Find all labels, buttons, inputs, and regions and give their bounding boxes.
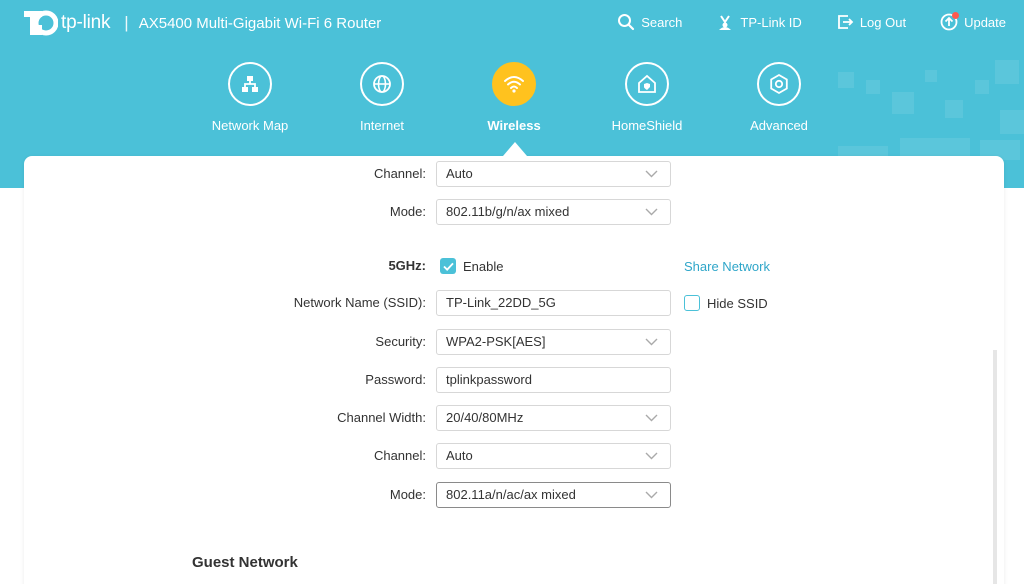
chevron-down-icon bbox=[645, 208, 658, 216]
nav-homeshield[interactable]: HomeShield bbox=[592, 62, 702, 133]
channel-width-select[interactable]: 20/40/80MHz bbox=[436, 405, 671, 431]
wifi-icon bbox=[504, 76, 524, 93]
nav-wireless-label: Wireless bbox=[487, 118, 541, 133]
search-button[interactable]: Search bbox=[617, 13, 682, 31]
mode-5g-select[interactable]: 802.11a/n/ac/ax mixed bbox=[436, 482, 671, 508]
chevron-down-icon bbox=[645, 452, 658, 460]
active-nav-pointer bbox=[503, 142, 527, 156]
nav-advanced[interactable]: Advanced bbox=[724, 62, 834, 133]
nav-internet[interactable]: Internet bbox=[327, 62, 437, 133]
globe-icon bbox=[373, 75, 391, 93]
guest-network-title: Guest Network bbox=[192, 554, 298, 571]
tplink-id-label: TP-Link ID bbox=[740, 14, 802, 30]
tplink-id-icon bbox=[719, 15, 732, 30]
channel-24-select[interactable]: Auto bbox=[436, 161, 671, 187]
channel-24-label: Channel: bbox=[373, 166, 426, 181]
security-select[interactable]: WPA2-PSK[AES] bbox=[436, 329, 671, 355]
chevron-down-icon bbox=[645, 491, 658, 499]
chevron-down-icon bbox=[645, 338, 658, 346]
channel-5g-label: Channel: bbox=[373, 448, 426, 463]
home-shield-icon bbox=[638, 74, 656, 93]
security-value: WPA2-PSK[AES] bbox=[446, 334, 546, 349]
logout-icon bbox=[837, 15, 854, 29]
ssid-value: TP-Link_22DD_5G bbox=[446, 295, 556, 310]
ssid-label: Network Name (SSID): bbox=[293, 295, 426, 310]
logout-button[interactable]: Log Out bbox=[836, 13, 906, 31]
channel-width-label: Channel Width: bbox=[337, 410, 426, 425]
hide-ssid-label: Hide SSID bbox=[707, 296, 768, 311]
nav-advanced-label: Advanced bbox=[750, 118, 808, 133]
enable-5g-label: Enable bbox=[463, 259, 504, 274]
chevron-down-icon bbox=[645, 170, 658, 178]
password-value: tplinkpassword bbox=[446, 372, 532, 387]
channel-width-value: 20/40/80MHz bbox=[446, 410, 524, 425]
tplink-logo[interactable]: tp-link | AX5400 Multi-Gigabit Wi-Fi 6 R… bbox=[22, 8, 381, 38]
enable-5g-checkbox[interactable] bbox=[440, 258, 456, 274]
checkmark-icon bbox=[442, 262, 454, 271]
channel-5g-select[interactable]: Auto bbox=[436, 443, 671, 469]
mode-24-value: 802.11b/g/n/ax mixed bbox=[446, 204, 570, 219]
title-divider: | bbox=[124, 13, 129, 32]
password-label: Password: bbox=[365, 372, 426, 387]
hide-ssid-checkbox[interactable] bbox=[684, 295, 700, 311]
security-label: Security: bbox=[375, 334, 426, 349]
password-input[interactable]: tplinkpassword bbox=[436, 367, 671, 393]
logout-label: Log Out bbox=[859, 14, 907, 30]
mode-5g-label: Mode: bbox=[389, 487, 426, 502]
mode-24-select[interactable]: 802.11b/g/n/ax mixed bbox=[436, 199, 671, 225]
share-network-link[interactable]: Share Network bbox=[684, 259, 770, 274]
gear-icon bbox=[770, 73, 788, 95]
update-label: Update bbox=[964, 14, 1006, 30]
search-icon bbox=[618, 14, 635, 31]
nav-internet-label: Internet bbox=[359, 118, 405, 133]
top-actions: Search TP-Link ID Log Out Update bbox=[583, 12, 1006, 31]
nav-network-map-label: Network Map bbox=[211, 118, 289, 133]
network-map-icon bbox=[242, 76, 258, 92]
update-button[interactable]: Update bbox=[940, 12, 1006, 31]
mode-5g-value: 802.11a/n/ac/ax mixed bbox=[446, 487, 576, 502]
scrollbar[interactable] bbox=[993, 350, 997, 584]
tplink-id-button[interactable]: TP-Link ID bbox=[716, 13, 802, 31]
band-5g-label: 5GHz: bbox=[388, 258, 426, 273]
nav-homeshield-label: HomeShield bbox=[611, 118, 683, 133]
mode-24-label: Mode: bbox=[389, 204, 426, 219]
nav-network-map[interactable]: Network Map bbox=[195, 62, 305, 133]
tplink-logo-icon bbox=[24, 10, 58, 36]
chevron-down-icon bbox=[645, 414, 658, 422]
ssid-input[interactable]: TP-Link_22DD_5G bbox=[436, 290, 671, 316]
brand-name: tp-link bbox=[61, 12, 111, 33]
channel-24-value: Auto bbox=[446, 166, 473, 181]
router-model: AX5400 Multi-Gigabit Wi-Fi 6 Router bbox=[138, 14, 382, 32]
nav-wireless[interactable]: Wireless bbox=[459, 62, 569, 133]
search-label: Search bbox=[641, 14, 683, 30]
channel-5g-value: Auto bbox=[446, 448, 473, 463]
